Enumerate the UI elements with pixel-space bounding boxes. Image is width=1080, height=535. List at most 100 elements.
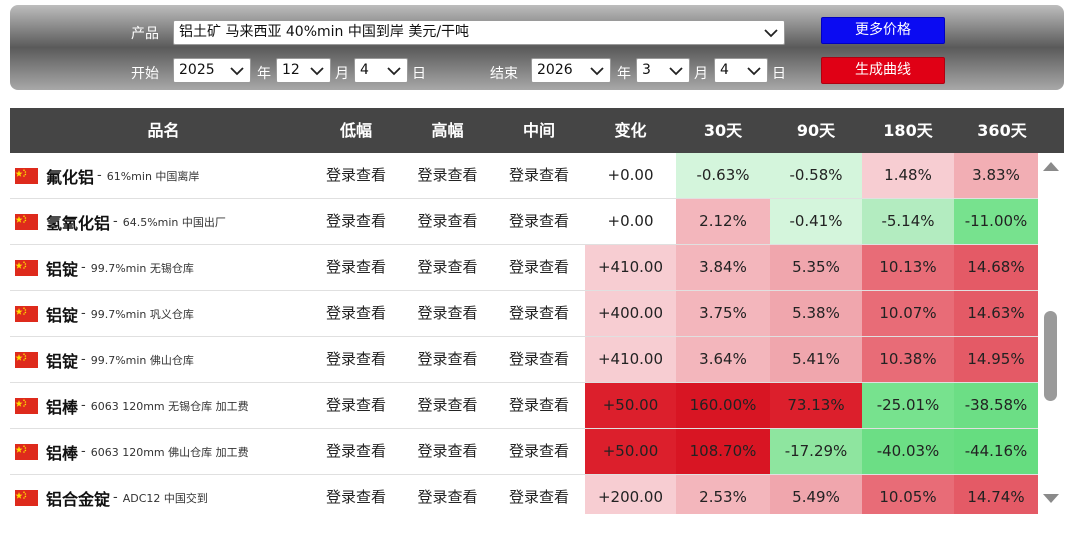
separator: -: [81, 444, 86, 459]
start-month-value: 12: [282, 62, 300, 78]
product-name-cell[interactable]: 铝锭 -99.7%min 巩义仓库: [15, 291, 194, 336]
product-name-cell[interactable]: 铝合金锭 - ADC12 中国交到: [15, 475, 208, 514]
login-to-view-link[interactable]: 登录查看: [493, 383, 585, 428]
start-year-select[interactable]: 2025: [173, 58, 251, 83]
d180-cell: 1.48%: [862, 153, 954, 198]
table-header: 品名 低幅 高幅 中间 变化 30天 90天 180天 360天: [10, 108, 1064, 153]
d90-cell: 5.35%: [770, 245, 862, 290]
scroll-up-arrow-icon[interactable]: [1043, 162, 1059, 171]
product-spec: ADC12 中国交到: [122, 491, 208, 505]
more-prices-button[interactable]: 更多价格: [821, 17, 945, 44]
change-cell: +50.00: [585, 383, 676, 428]
d30-cell: 2.53%: [676, 475, 770, 514]
product-label: 产品: [131, 26, 159, 42]
login-to-view-link[interactable]: 登录查看: [402, 199, 493, 244]
product-name-cell[interactable]: 氢氧化铝 -64.5%min 中国出厂: [15, 199, 226, 244]
scrollbar-thumb[interactable]: [1044, 311, 1057, 401]
login-to-view-link[interactable]: 登录查看: [402, 153, 493, 198]
product-name-cell[interactable]: 铝锭 -99.7%min 无锡仓库: [15, 245, 194, 290]
login-to-view-link[interactable]: 登录查看: [493, 153, 585, 198]
login-to-view-link[interactable]: 登录查看: [310, 291, 402, 336]
end-label: 结束: [490, 66, 518, 82]
change-cell: +400.00: [585, 291, 676, 336]
login-to-view-link[interactable]: 登录查看: [402, 383, 493, 428]
product-name-cell[interactable]: 氟化铝 -61%min 中国离岸: [15, 153, 199, 198]
change-cell: +410.00: [585, 337, 676, 382]
product-name: 铝棒: [46, 443, 79, 463]
col-header-change: 变化: [614, 121, 647, 140]
china-flag-icon: [15, 259, 38, 276]
login-to-view-link[interactable]: 登录查看: [402, 475, 493, 514]
end-day-select[interactable]: 4: [714, 58, 768, 83]
product-name-cell[interactable]: 铝棒 -6063 120mm 佛山仓库 加工费: [15, 429, 249, 474]
d360-cell: -11.00%: [954, 199, 1038, 244]
table-row[interactable]: 铝锭 -99.7%min 无锡仓库 登录查看 登录查看 登录查看 +410.00 3.84%…: [10, 245, 1038, 291]
login-to-view-link[interactable]: 登录查看: [493, 337, 585, 382]
login-to-view-link[interactable]: 登录查看: [310, 429, 402, 474]
month-unit: 月: [694, 66, 708, 82]
login-to-view-link[interactable]: 登录查看: [310, 475, 402, 514]
start-month-select[interactable]: 12: [276, 58, 331, 83]
product-spec: 99.7%min 无锡仓库: [90, 261, 194, 275]
login-to-view-link[interactable]: 登录查看: [493, 199, 585, 244]
table-row[interactable]: 铝锭 -99.7%min 巩义仓库 登录查看 登录查看 登录查看 +400.00 3.75%…: [10, 291, 1038, 337]
table-row[interactable]: 铝棒 -6063 120mm 佛山仓库 加工费 登录查看 登录查看 登录查看 +50.00…: [10, 429, 1038, 475]
china-flag-icon: [15, 443, 38, 460]
table-row[interactable]: 铝棒 -6063 120mm 无锡仓库 加工费 登录查看 登录查看 登录查看 +50.00…: [10, 383, 1038, 429]
login-to-view-link[interactable]: 登录查看: [402, 291, 493, 336]
generate-curve-button[interactable]: 生成曲线: [821, 57, 945, 84]
login-to-view-link[interactable]: 登录查看: [493, 475, 585, 514]
login-to-view-link[interactable]: 登录查看: [402, 429, 493, 474]
d360-cell: -44.16%: [954, 429, 1038, 474]
table-row[interactable]: 铝锭 -99.7%min 佛山仓库 登录查看 登录查看 登录查看 +410.00 3.64%…: [10, 337, 1038, 383]
d180-cell: 10.05%: [862, 475, 954, 514]
product-select-value: 铝土矿 马来西亚 40%min 中国到岸 美元/干吨: [179, 24, 470, 40]
login-to-view-link[interactable]: 登录查看: [493, 291, 585, 336]
table-row[interactable]: 氟化铝 -61%min 中国离岸 登录查看 登录查看 登录查看 +0.00 -0.63% -0…: [10, 153, 1038, 199]
separator: -: [81, 352, 86, 367]
product-select[interactable]: 铝土矿 马来西亚 40%min 中国到岸 美元/干吨: [173, 20, 785, 45]
china-flag-icon: [15, 397, 38, 414]
login-to-view-link[interactable]: 登录查看: [493, 245, 585, 290]
end-month-value: 3: [642, 62, 651, 78]
d180-cell: 10.38%: [862, 337, 954, 382]
d90-cell: 5.49%: [770, 475, 862, 514]
col-header-90d: 90天: [796, 121, 836, 140]
table-row[interactable]: 氢氧化铝 -64.5%min 中国出厂 登录查看 登录查看 登录查看 +0.00 2.12%…: [10, 199, 1038, 245]
login-to-view-link[interactable]: 登录查看: [310, 245, 402, 290]
login-to-view-link[interactable]: 登录查看: [310, 199, 402, 244]
change-cell: +0.00: [585, 153, 676, 198]
d180-cell: -25.01%: [862, 383, 954, 428]
start-label: 开始: [131, 66, 159, 82]
d180-cell: 10.13%: [862, 245, 954, 290]
start-day-select[interactable]: 4: [354, 58, 408, 83]
start-day-value: 4: [360, 62, 369, 78]
change-cell: +200.00: [585, 475, 676, 514]
d360-cell: -38.58%: [954, 383, 1038, 428]
scroll-down-arrow-icon[interactable]: [1043, 494, 1059, 503]
separator: -: [81, 398, 86, 413]
end-year-select[interactable]: 2026: [531, 58, 611, 83]
login-to-view-link[interactable]: 登录查看: [493, 429, 585, 474]
product-name-cell[interactable]: 铝锭 -99.7%min 佛山仓库: [15, 337, 194, 382]
end-day-value: 4: [720, 62, 729, 78]
col-header-mid: 中间: [522, 121, 555, 140]
login-to-view-link[interactable]: 登录查看: [310, 153, 402, 198]
login-to-view-link[interactable]: 登录查看: [402, 245, 493, 290]
day-unit: 日: [772, 66, 786, 82]
product-name-cell[interactable]: 铝棒 -6063 120mm 无锡仓库 加工费: [15, 383, 249, 428]
china-flag-icon: [15, 305, 38, 322]
day-unit: 日: [412, 66, 426, 82]
d90-cell: -0.41%: [770, 199, 862, 244]
product-spec: 6063 120mm 无锡仓库 加工费: [90, 399, 249, 413]
chevron-down-icon: [387, 67, 401, 76]
change-cell: +0.00: [585, 199, 676, 244]
end-month-select[interactable]: 3: [636, 58, 690, 83]
login-to-view-link[interactable]: 登录查看: [310, 337, 402, 382]
d360-cell: 14.68%: [954, 245, 1038, 290]
table-row[interactable]: 铝合金锭 - ADC12 中国交到 登录查看 登录查看 登录查看 +200.00 2.53% 5…: [10, 475, 1038, 514]
login-to-view-link[interactable]: 登录查看: [402, 337, 493, 382]
col-header-high: 高幅: [431, 121, 464, 140]
login-to-view-link[interactable]: 登录查看: [310, 383, 402, 428]
vertical-scrollbar[interactable]: [1038, 153, 1064, 514]
